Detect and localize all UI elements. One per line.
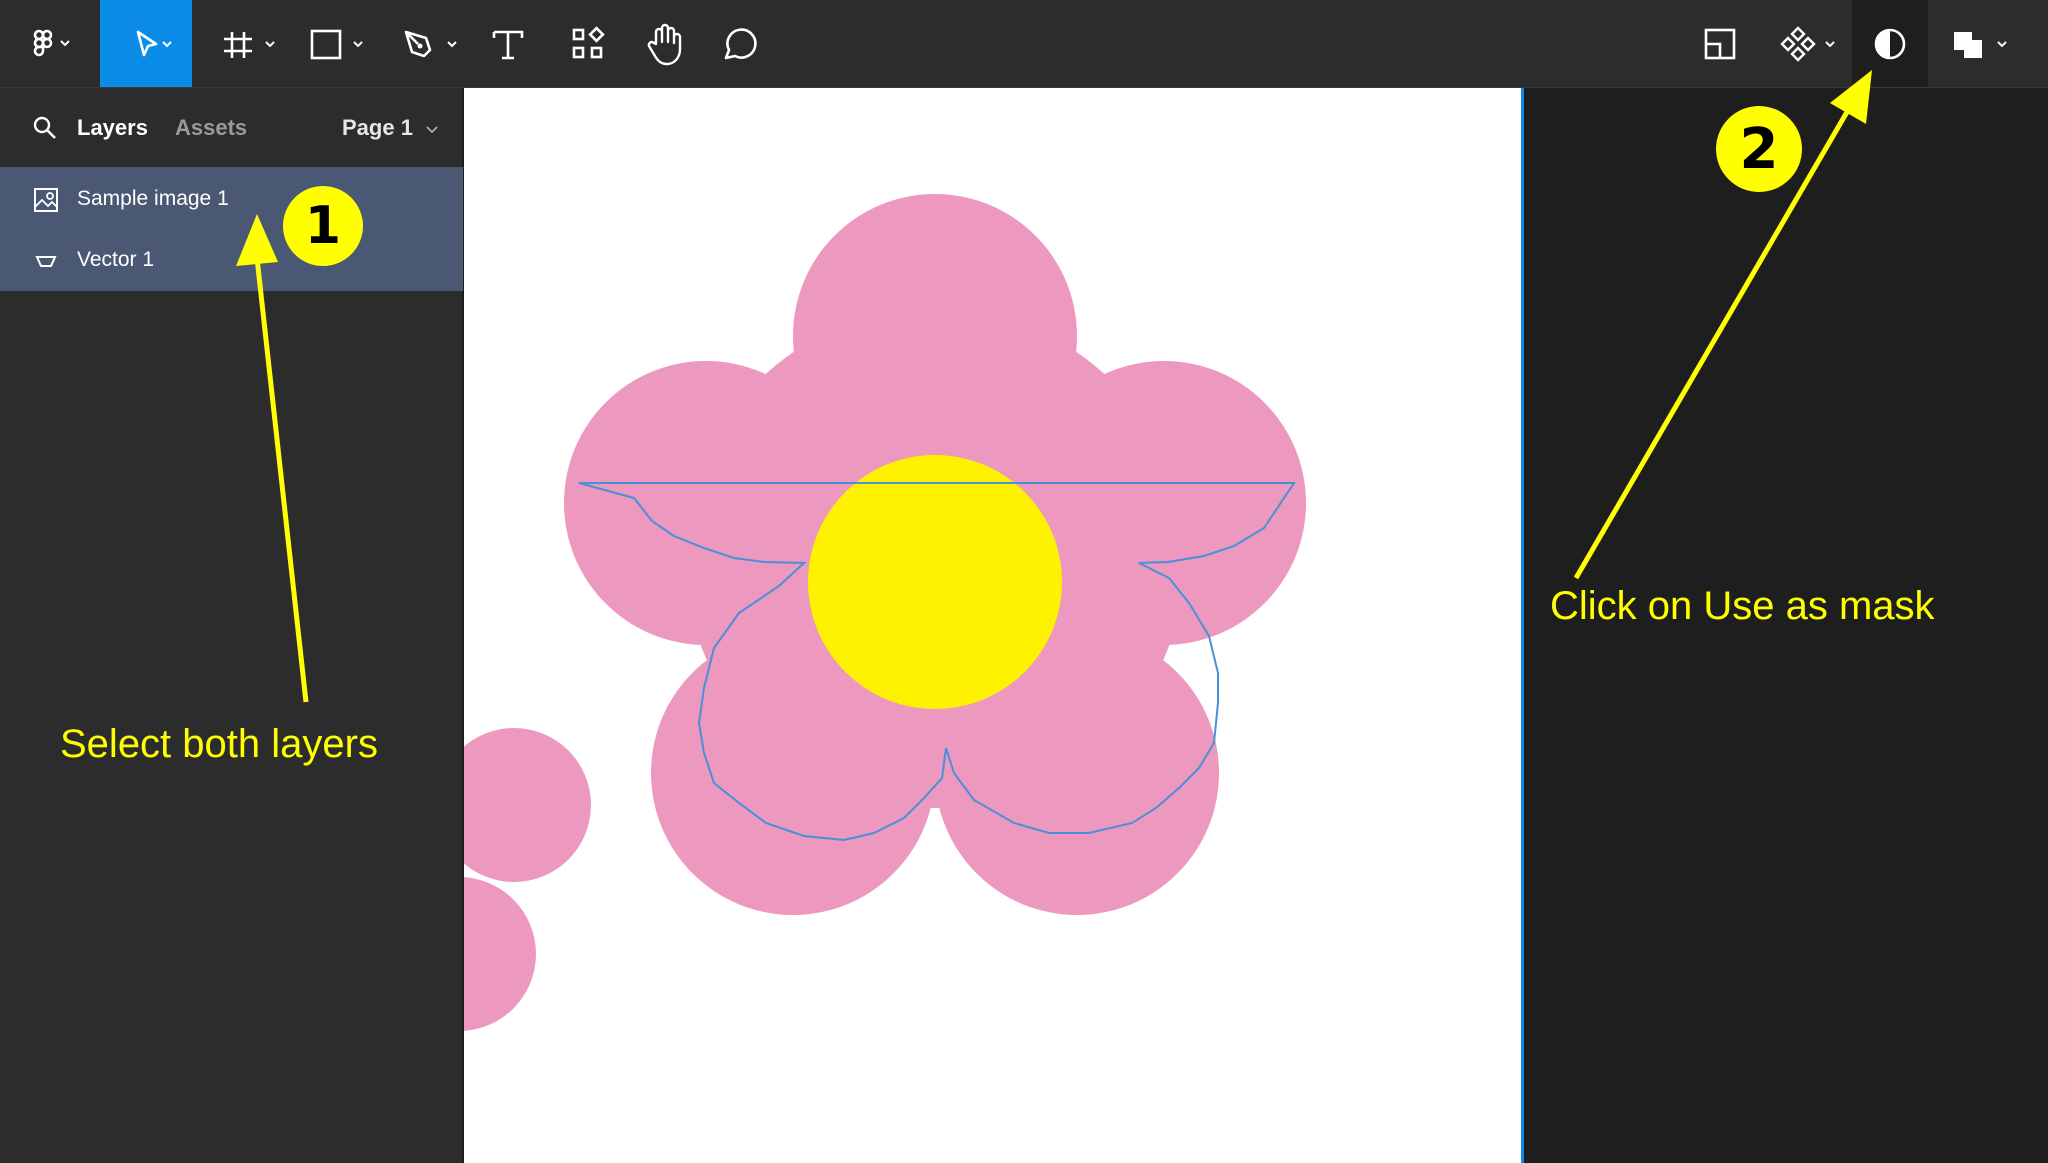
hand-tool-button[interactable] [642,0,686,87]
cursor-arrow-icon [136,30,172,56]
flower-center [808,455,1062,709]
toolbar [0,0,2048,88]
figma-logo-icon [33,29,70,56]
side-petal-upper [464,728,591,882]
rectangle-icon [310,29,363,59]
search-icon[interactable] [32,115,58,141]
tab-assets[interactable]: Assets [175,115,247,141]
pen-nib-icon [404,30,457,57]
layer-label: Vector 1 [77,248,155,271]
chevron-down-icon [426,126,438,134]
hand-icon [647,23,682,65]
vector-icon [35,256,57,267]
crop-frame-button[interactable] [1700,0,1740,87]
mask-half-circle-icon [1874,28,1906,59]
tab-layers[interactable]: Layers [77,115,148,141]
move-tool-button[interactable] [100,0,192,87]
layers-panel: Layers Assets Page 1 Sample image 1 Vect… [0,88,463,1163]
boolean-ops-button[interactable] [1950,0,2020,87]
boolean-union-icon [1954,31,2007,58]
crop-frame-icon [1704,28,1736,59]
layer-row-vector[interactable]: Vector 1 [0,231,463,291]
text-t-icon [492,30,524,59]
comment-tool-button[interactable] [718,0,762,87]
create-component-button[interactable] [1780,0,1844,87]
panel-header: Layers Assets Page 1 [0,88,463,168]
pen-tool-button[interactable] [394,0,468,87]
speech-bubble-icon [724,27,757,59]
figma-menu-button[interactable] [18,0,80,87]
step-1-badge: 1 [283,186,363,266]
step-2-badge: 2 [1716,106,1802,192]
frame-tool-button[interactable] [212,0,286,87]
layer-row-sample-image[interactable]: Sample image 1 [0,170,463,230]
layer-label: Sample image 1 [77,187,229,210]
shape-tool-button[interactable] [300,0,374,87]
component-diamond-icon [1780,25,1835,62]
step-1-instruction: Select both layers [60,722,378,766]
side-petal-lower [464,877,536,1031]
use-as-mask-button[interactable] [1852,0,1928,87]
step-2-instruction: Click on Use as mask [1550,584,1935,628]
resources-tool-button[interactable] [568,0,608,87]
text-tool-button[interactable] [488,0,528,87]
image-icon [34,188,58,212]
page-label: Page 1 [342,115,413,140]
page-selector[interactable]: Page 1 [342,115,439,141]
hash-frame-icon [224,31,275,58]
components-grid-icon [572,25,605,58]
